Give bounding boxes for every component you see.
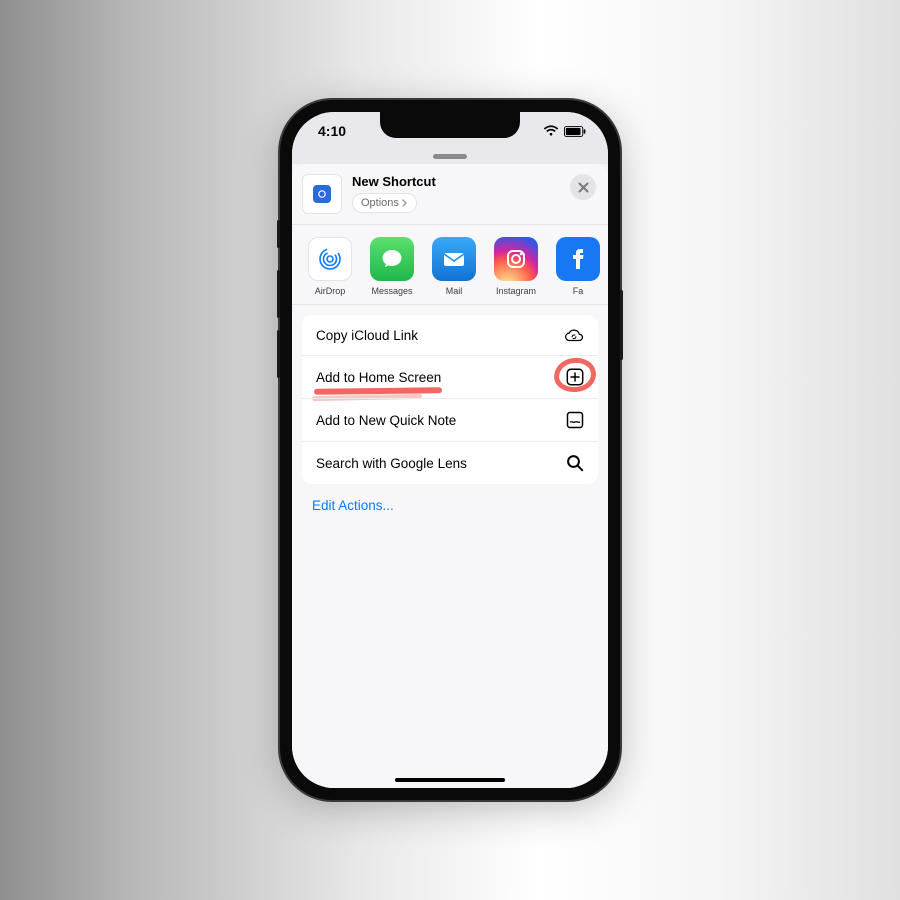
edit-actions-label: Edit Actions... — [312, 498, 394, 513]
note-icon — [566, 411, 584, 429]
sheet-header: New Shortcut Options — [292, 164, 608, 225]
mail-icon — [432, 237, 476, 281]
share-target-label: Instagram — [496, 286, 536, 296]
screen: 4:10 New Shortcut Options — [292, 112, 608, 788]
action-list: Copy iCloud Link Add to Home Screen Add … — [302, 315, 598, 484]
share-targets-row[interactable]: AirDrop Messages Mail — [292, 225, 608, 305]
share-target-airdrop[interactable]: AirDrop — [306, 237, 354, 296]
power-button — [620, 290, 623, 360]
status-time: 4:10 — [318, 123, 346, 139]
action-label: Add to New Quick Note — [316, 413, 456, 428]
volume-up-button — [277, 270, 280, 318]
share-target-label: Mail — [446, 286, 463, 296]
share-target-label: Messages — [371, 286, 412, 296]
share-target-mail[interactable]: Mail — [430, 237, 478, 296]
edit-actions-link[interactable]: Edit Actions... — [292, 484, 608, 527]
airdrop-icon — [308, 237, 352, 281]
share-target-label: Fa — [573, 286, 584, 296]
volume-down-button — [277, 330, 280, 378]
share-target-messages[interactable]: Messages — [368, 237, 416, 296]
battery-icon — [564, 126, 586, 137]
cloud-link-icon — [564, 327, 584, 343]
home-indicator[interactable] — [395, 778, 505, 782]
options-button[interactable]: Options — [352, 193, 417, 213]
action-copy-icloud-link[interactable]: Copy iCloud Link — [302, 315, 598, 355]
shortcut-icon — [313, 185, 331, 203]
instagram-icon — [494, 237, 538, 281]
search-icon — [566, 454, 584, 472]
share-target-label: AirDrop — [315, 286, 346, 296]
facebook-icon — [556, 237, 600, 281]
share-sheet: New Shortcut Options AirDrop — [292, 164, 608, 788]
annotation-circle — [552, 356, 597, 394]
close-icon — [578, 182, 589, 193]
share-target-facebook[interactable]: Fa — [554, 237, 602, 296]
action-label: Search with Google Lens — [316, 456, 467, 471]
shortcut-thumbnail — [302, 174, 342, 214]
action-add-to-home-screen[interactable]: Add to Home Screen — [302, 355, 598, 398]
wifi-icon — [543, 125, 559, 137]
close-button[interactable] — [570, 174, 596, 200]
messages-icon — [370, 237, 414, 281]
grabber-icon — [433, 154, 467, 159]
notch — [380, 112, 520, 138]
side-button — [277, 220, 280, 248]
chevron-right-icon — [402, 199, 408, 207]
underlying-page — [292, 150, 608, 164]
action-label: Add to Home Screen — [316, 370, 441, 385]
action-search-google-lens[interactable]: Search with Google Lens — [302, 441, 598, 484]
options-label: Options — [361, 197, 399, 209]
action-label: Copy iCloud Link — [316, 328, 418, 343]
share-target-instagram[interactable]: Instagram — [492, 237, 540, 296]
phone-mockup: 4:10 New Shortcut Options — [280, 100, 620, 800]
action-add-to-quick-note[interactable]: Add to New Quick Note — [302, 398, 598, 441]
sheet-title: New Shortcut — [352, 174, 560, 189]
annotation-underline — [314, 387, 442, 395]
